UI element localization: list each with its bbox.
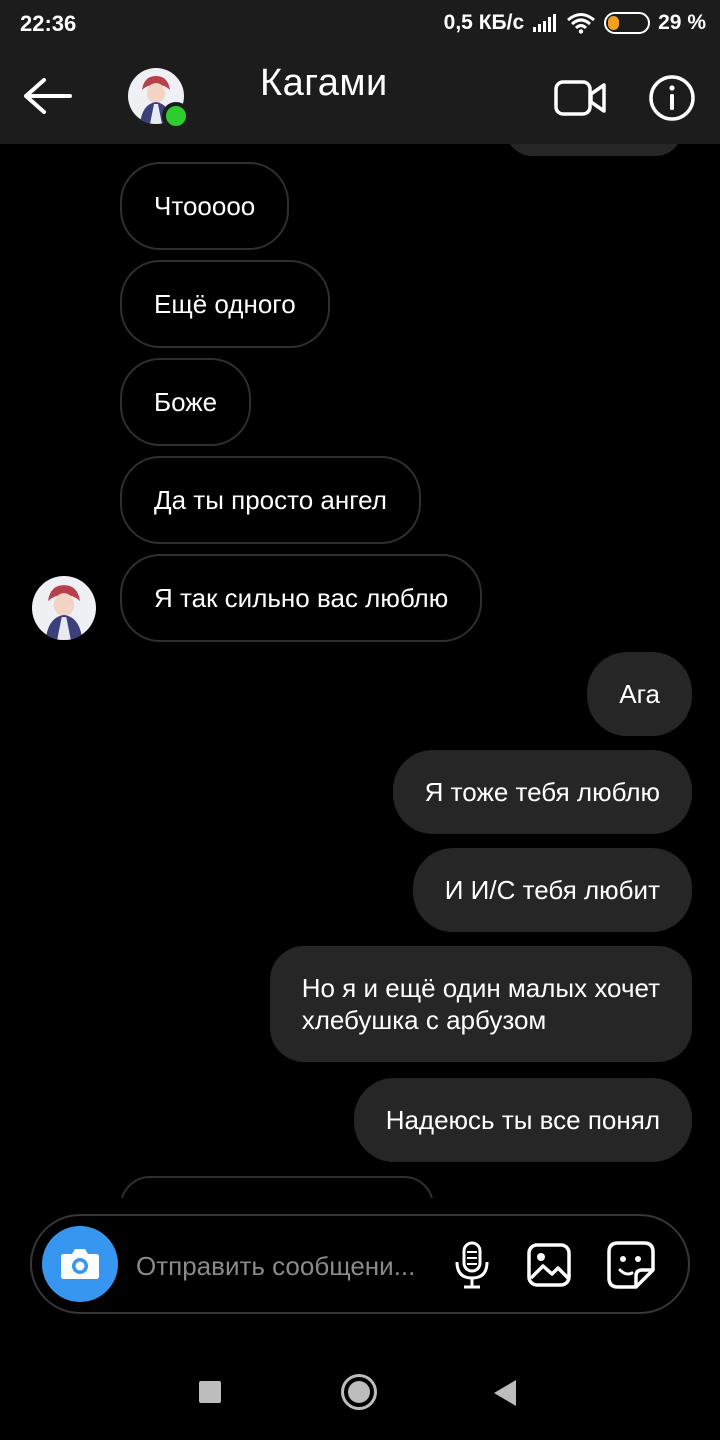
message-bubble-outgoing[interactable]: И И/С тебя любит — [412, 848, 692, 932]
network-speed: 0,5 КБ/с — [443, 11, 525, 34]
microphone-icon[interactable] — [452, 1240, 492, 1290]
wifi-icon — [567, 13, 596, 34]
status-time: 22:36 — [20, 11, 77, 36]
message-text: Боже — [154, 387, 218, 417]
avatar-image — [32, 576, 96, 640]
sticker-icon[interactable] — [606, 1240, 656, 1290]
status-indicators: 0,5 КБ/с 29 % — [444, 11, 706, 35]
video-camera-icon[interactable] — [553, 74, 607, 122]
message-bubble-partial — [120, 1176, 434, 1198]
message-list[interactable]: Чтооооо Ещё одного Боже Да ты просто анг… — [0, 144, 720, 1198]
info-icon[interactable] — [648, 74, 696, 122]
message-text-line: Но я и ещё один малых хочет — [301, 973, 660, 1003]
message-text: Да ты просто ангел — [154, 485, 387, 515]
message-text: Ещё одного — [154, 289, 296, 319]
message-bubble-outgoing[interactable]: Надеюсь ты все понял — [353, 1078, 692, 1162]
message-bubble-outgoing[interactable]: Ага — [587, 652, 692, 736]
arrow-left-icon[interactable] — [20, 74, 76, 118]
message-text: И И/С тебя любит — [444, 875, 660, 905]
message-bubble-incoming[interactable]: Да ты просто ангел — [120, 456, 421, 544]
camera-icon — [61, 1249, 99, 1279]
message-composer — [30, 1214, 690, 1314]
camera-button[interactable] — [42, 1226, 118, 1302]
image-icon[interactable] — [526, 1242, 572, 1288]
message-input[interactable] — [136, 1246, 432, 1286]
page-title[interactable]: Кагами — [260, 62, 388, 105]
message-text: Надеюсь ты все понял — [385, 1105, 660, 1135]
battery-level — [608, 16, 620, 30]
back-triangle-icon[interactable] — [494, 1380, 516, 1406]
online-status-indicator — [162, 102, 190, 130]
message-text: Я так сильно вас люблю — [154, 583, 449, 613]
message-bubble-incoming[interactable]: Боже — [120, 358, 252, 446]
home-icon[interactable] — [341, 1374, 377, 1410]
sender-avatar[interactable] — [32, 576, 96, 640]
recent-apps-icon[interactable] — [199, 1381, 221, 1403]
system-navigation-bar — [0, 1340, 720, 1440]
message-bubble-incoming[interactable]: Ещё одного — [120, 260, 330, 348]
message-text: Чтооооо — [154, 191, 256, 221]
message-bubble-incoming[interactable]: Я так сильно вас люблю — [120, 554, 483, 642]
chat-header: Кагами — [0, 50, 720, 144]
message-bubble-partial — [506, 144, 682, 156]
message-bubble-outgoing[interactable]: Я тоже тебя люблю — [392, 750, 692, 834]
message-bubble-outgoing[interactable]: Но я и ещё один малых хочет хлебушка с а… — [269, 946, 692, 1062]
status-bar: 22:36 0,5 КБ/с 29 % — [0, 0, 720, 50]
message-text-line: хлебушка с арбузом — [301, 1005, 547, 1035]
battery-percent: 29 % — [658, 11, 706, 34]
message-bubble-incoming[interactable]: Чтооооо — [120, 162, 290, 250]
message-text: Я тоже тебя люблю — [424, 777, 660, 807]
message-text: Ага — [619, 679, 660, 709]
battery-icon — [604, 12, 651, 34]
signal-icon — [533, 14, 557, 32]
